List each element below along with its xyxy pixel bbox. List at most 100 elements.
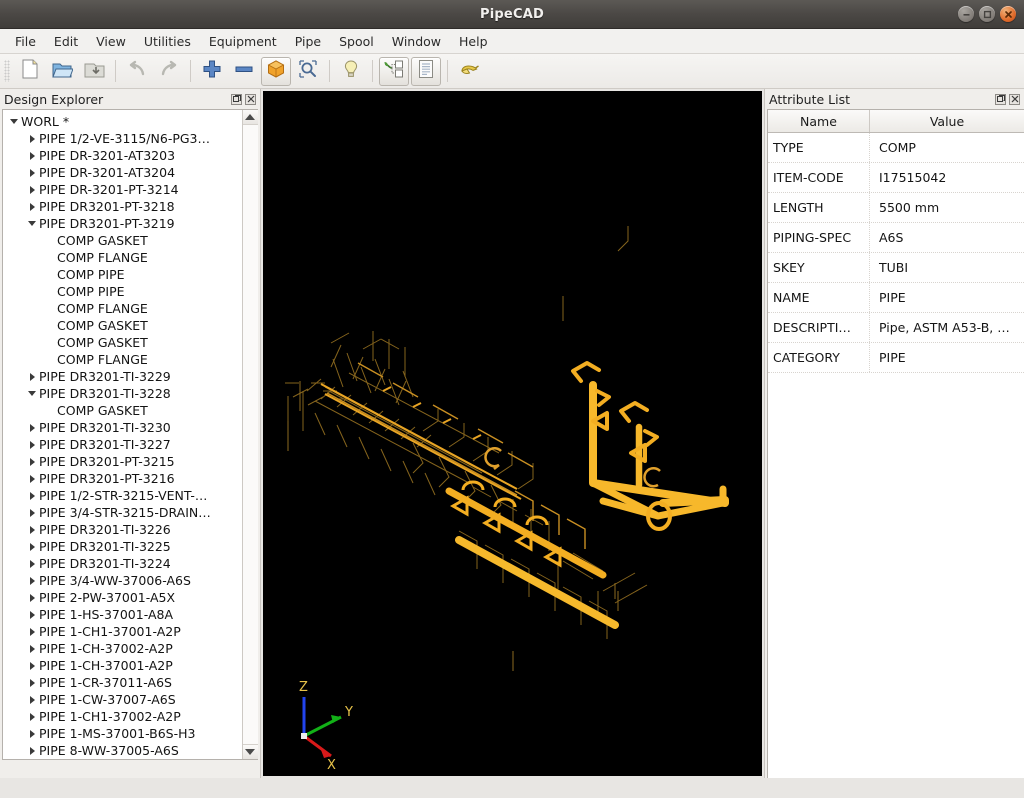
tree-item[interactable]: COMP GASKET xyxy=(3,402,242,419)
tree-item[interactable]: COMP FLANGE xyxy=(3,300,242,317)
menu-equipment[interactable]: Equipment xyxy=(200,31,286,52)
menu-view[interactable]: View xyxy=(87,31,135,52)
tree-item[interactable]: PIPE 1-HS-37001-A8A xyxy=(3,606,242,623)
chevron-right-icon[interactable] xyxy=(25,593,39,602)
tree-item[interactable]: PIPE DR-3201-AT3204 xyxy=(3,164,242,181)
tree-item[interactable]: PIPE DR3201-TI-3225 xyxy=(3,538,242,555)
chevron-right-icon[interactable] xyxy=(25,729,39,738)
tree-item[interactable]: COMP PIPE xyxy=(3,283,242,300)
chevron-right-icon[interactable] xyxy=(25,134,39,143)
minimize-button[interactable] xyxy=(958,6,974,22)
menu-edit[interactable]: Edit xyxy=(45,31,87,52)
tree-item[interactable]: COMP FLANGE xyxy=(3,249,242,266)
chevron-down-icon[interactable] xyxy=(25,221,39,226)
tree-item[interactable]: WORL * xyxy=(3,113,242,130)
tree-item[interactable]: PIPE DR3201-TI-3228 xyxy=(3,385,242,402)
tree-vertical-scrollbar[interactable] xyxy=(242,110,258,759)
chevron-right-icon[interactable] xyxy=(25,202,39,211)
chevron-right-icon[interactable] xyxy=(25,423,39,432)
tree-item[interactable]: PIPE 1-CH-37001-A2P xyxy=(3,657,242,674)
chevron-right-icon[interactable] xyxy=(25,491,39,500)
tree-item[interactable]: PIPE 1-CW-37007-A6S xyxy=(3,691,242,708)
scrollbar-track[interactable] xyxy=(242,125,258,744)
open-file-button[interactable] xyxy=(47,57,77,86)
float-panel-button[interactable] xyxy=(995,93,1006,105)
tree-item[interactable]: COMP GASKET xyxy=(3,232,242,249)
tree-item[interactable]: COMP FLANGE xyxy=(3,351,242,368)
tree-item[interactable]: PIPE 1-MS-37001-B6S-H3 xyxy=(3,725,242,742)
tree-item[interactable]: PIPE 8-WW-37005-A6S xyxy=(3,742,242,759)
tree-item[interactable]: PIPE 1-CH-37002-A2P xyxy=(3,640,242,657)
redo-button[interactable] xyxy=(154,57,184,86)
attribute-row[interactable]: DESCRIPTI… Pipe, ASTM A53-B, … xyxy=(768,313,1024,343)
remove-button[interactable] xyxy=(229,57,259,86)
tree-item[interactable]: PIPE 3/4-STR-3215-DRAIN… xyxy=(3,504,242,521)
zoom-extents-button[interactable] xyxy=(293,57,323,86)
menu-utilities[interactable]: Utilities xyxy=(135,31,200,52)
attribute-list-button[interactable] xyxy=(411,56,441,86)
magic-button[interactable] xyxy=(454,57,484,86)
tree-item[interactable]: COMP GASKET xyxy=(3,334,242,351)
scroll-up-button[interactable] xyxy=(242,110,258,125)
attribute-row[interactable]: NAME PIPE xyxy=(768,283,1024,313)
chevron-right-icon[interactable] xyxy=(25,151,39,160)
chevron-right-icon[interactable] xyxy=(25,542,39,551)
float-panel-button[interactable] xyxy=(231,93,242,105)
chevron-right-icon[interactable] xyxy=(25,644,39,653)
save-file-button[interactable] xyxy=(79,57,109,86)
chevron-right-icon[interactable] xyxy=(25,185,39,194)
3d-model-viewport[interactable]: Z Y X xyxy=(263,91,762,776)
tree-item[interactable]: PIPE DR3201-PT-3216 xyxy=(3,470,242,487)
tree-item[interactable]: PIPE 1-CH1-37001-A2P xyxy=(3,623,242,640)
menu-spool[interactable]: Spool xyxy=(330,31,383,52)
tree-item[interactable]: PIPE DR3201-PT-3219 xyxy=(3,215,242,232)
tree-item[interactable]: PIPE DR3201-TI-3224 xyxy=(3,555,242,572)
chevron-right-icon[interactable] xyxy=(25,457,39,466)
shaded-view-button[interactable] xyxy=(261,56,291,86)
tree-item[interactable]: PIPE 1-CH1-37002-A2P xyxy=(3,708,242,725)
close-button[interactable] xyxy=(1000,6,1016,22)
attribute-row[interactable]: ITEM-CODE I17515042 xyxy=(768,163,1024,193)
attribute-row[interactable]: TYPE COMP xyxy=(768,133,1024,163)
maximize-button[interactable] xyxy=(979,6,995,22)
tree-item[interactable]: PIPE DR3201-PT-3218 xyxy=(3,198,242,215)
tree-item[interactable]: PIPE 1/2-STR-3215-VENT-… xyxy=(3,487,242,504)
tree-item[interactable]: PIPE DR3201-TI-3226 xyxy=(3,521,242,538)
chevron-right-icon[interactable] xyxy=(25,678,39,687)
chevron-down-icon[interactable] xyxy=(7,119,21,124)
chevron-right-icon[interactable] xyxy=(25,695,39,704)
chevron-right-icon[interactable] xyxy=(25,627,39,636)
tree-item[interactable]: COMP GASKET xyxy=(3,317,242,334)
chevron-right-icon[interactable] xyxy=(25,168,39,177)
close-panel-button[interactable] xyxy=(245,93,256,105)
highlight-button[interactable] xyxy=(336,57,366,86)
attribute-row[interactable]: SKEY TUBI xyxy=(768,253,1024,283)
chevron-right-icon[interactable] xyxy=(25,712,39,721)
tree-item[interactable]: PIPE DR-3201-AT3203 xyxy=(3,147,242,164)
menu-window[interactable]: Window xyxy=(383,31,450,52)
attribute-row[interactable]: PIPING-SPEC A6S xyxy=(768,223,1024,253)
close-panel-button[interactable] xyxy=(1009,93,1020,105)
chevron-right-icon[interactable] xyxy=(25,661,39,670)
chevron-right-icon[interactable] xyxy=(25,474,39,483)
chevron-right-icon[interactable] xyxy=(25,576,39,585)
column-header-value[interactable]: Value xyxy=(870,110,1024,132)
tree-item[interactable]: PIPE DR3201-TI-3229 xyxy=(3,368,242,385)
chevron-right-icon[interactable] xyxy=(25,525,39,534)
tree-item[interactable]: PIPE DR3201-TI-3230 xyxy=(3,419,242,436)
tree-item[interactable]: PIPE 3/4-WW-37006-A6S xyxy=(3,572,242,589)
chevron-right-icon[interactable] xyxy=(25,559,39,568)
tree-item[interactable]: COMP PIPE xyxy=(3,266,242,283)
scroll-down-button[interactable] xyxy=(242,744,258,759)
model-tree-button[interactable] xyxy=(379,56,409,86)
design-explorer-tree[interactable]: WORL * PIPE 1/2-VE-3115/N6-PG3… PIPE DR-32… xyxy=(3,110,242,759)
toolbar-grip[interactable] xyxy=(4,60,10,82)
new-file-button[interactable] xyxy=(15,57,45,86)
add-button[interactable] xyxy=(197,57,227,86)
window-titlebar[interactable]: PipeCAD xyxy=(0,0,1024,29)
attribute-row[interactable]: LENGTH 5500 mm xyxy=(768,193,1024,223)
tree-item[interactable]: PIPE DR-3201-PT-3214 xyxy=(3,181,242,198)
attribute-row[interactable]: CATEGORY PIPE xyxy=(768,343,1024,373)
tree-item[interactable]: PIPE 2-PW-37001-A5X xyxy=(3,589,242,606)
chevron-right-icon[interactable] xyxy=(25,610,39,619)
